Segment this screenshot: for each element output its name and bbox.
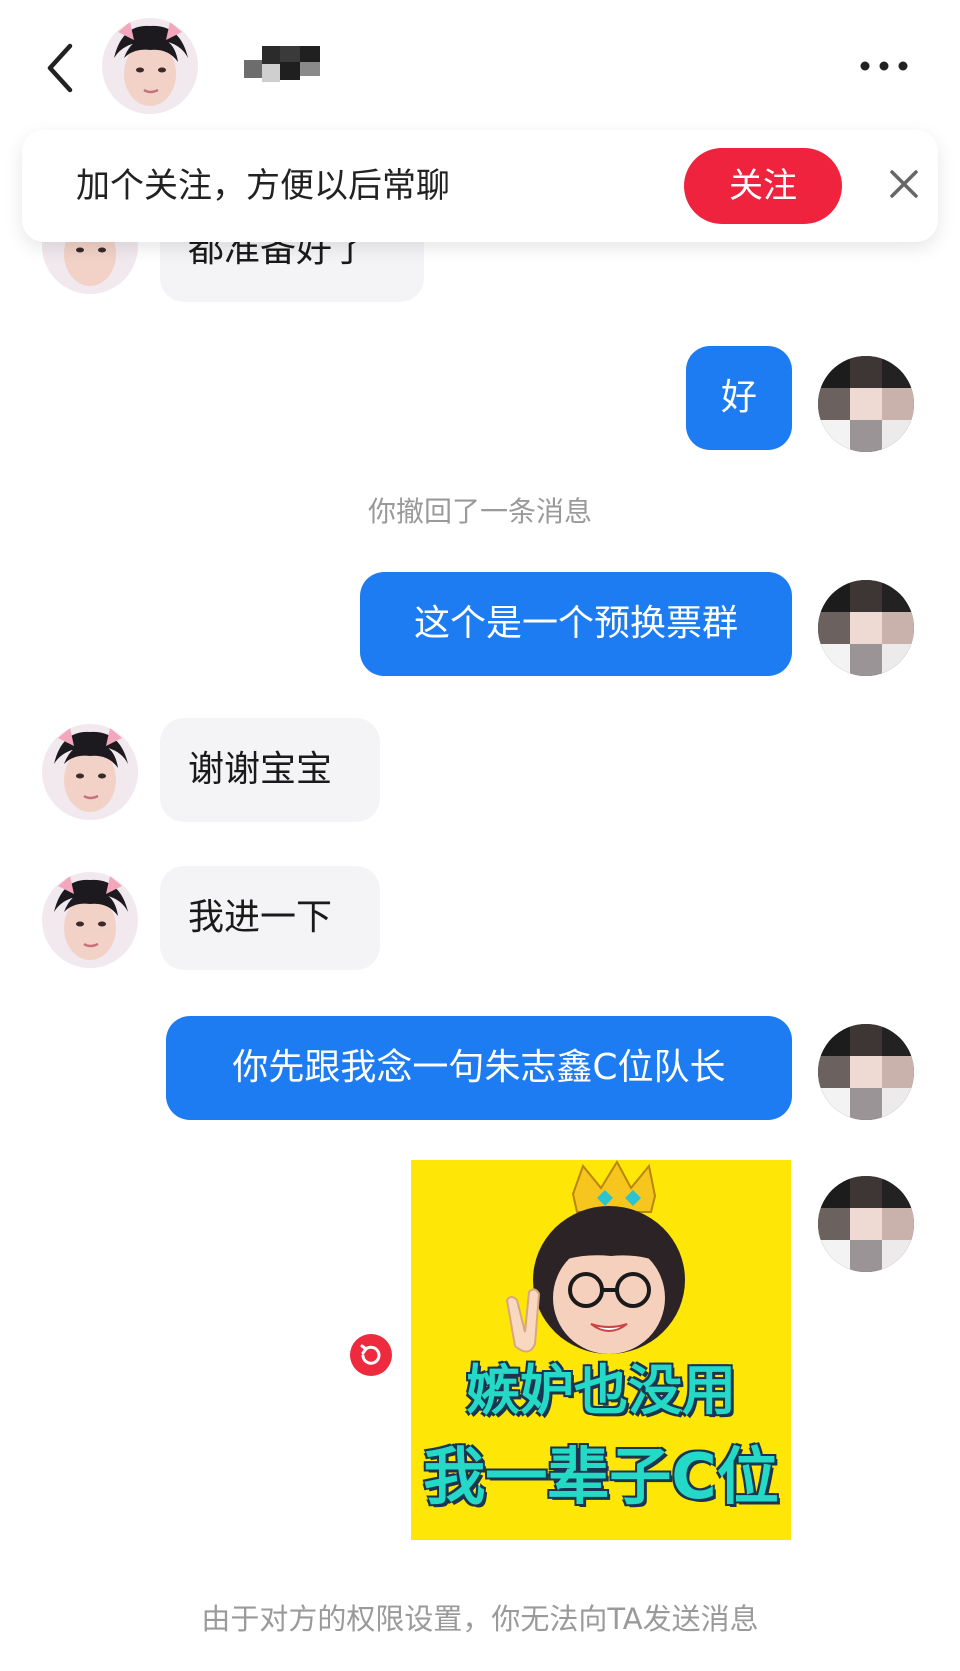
sticker-message[interactable]: 嫉妒也没用 我一辈子C位: [411, 1160, 791, 1540]
follow-prompt-banner: 加个关注，方便以后常聊 关注: [22, 130, 938, 242]
contact-avatar[interactable]: [102, 18, 198, 114]
my-avatar[interactable]: [818, 1176, 914, 1272]
contact-name-pixelated: [244, 46, 320, 84]
sticker-face-icon: [505, 1160, 685, 1354]
recall-notice: 你撤回了一条消息: [367, 495, 592, 528]
follow-prompt-text: 加个关注，方便以后常聊: [76, 166, 450, 206]
my-avatar[interactable]: [818, 1024, 914, 1120]
resend-icon[interactable]: [350, 1334, 392, 1376]
message-bubble-sent[interactable]: 好: [686, 346, 792, 450]
message-bubble-received[interactable]: 谢谢宝宝: [160, 718, 380, 822]
permission-notice: 由于对方的权限设置，你无法向TA发送消息: [201, 1602, 759, 1636]
close-icon[interactable]: [884, 164, 924, 204]
contact-avatar-small[interactable]: [42, 872, 138, 968]
message-bubble-sent[interactable]: 这个是一个预换票群: [360, 572, 792, 676]
message-bubble-received[interactable]: 我进一下: [160, 866, 380, 970]
follow-button[interactable]: 关注: [684, 148, 842, 224]
my-avatar[interactable]: [818, 356, 914, 452]
message-bubble-sent[interactable]: 你先跟我念一句朱志鑫C位队长: [166, 1016, 792, 1120]
back-icon[interactable]: [42, 40, 82, 96]
my-avatar[interactable]: [818, 580, 914, 676]
sticker-text-line2: 我一辈子C位: [423, 1440, 779, 1513]
contact-avatar-small[interactable]: [42, 724, 138, 820]
more-icon[interactable]: [858, 58, 910, 72]
sticker-text-line1: 嫉妒也没用: [466, 1359, 736, 1422]
